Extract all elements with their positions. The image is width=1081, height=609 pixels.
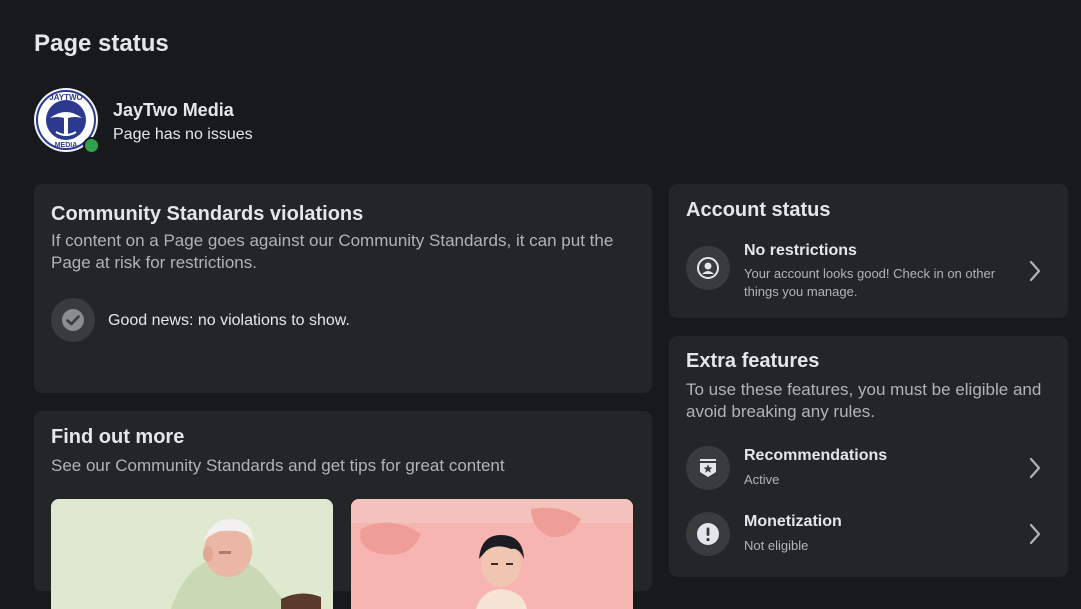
account-status-card: Account status No restrictions Your acco… bbox=[669, 184, 1068, 318]
person-circle-icon bbox=[686, 246, 730, 290]
chevron-right-icon bbox=[1029, 260, 1041, 282]
chevron-right-icon bbox=[1029, 457, 1041, 479]
community-standards-card: Community Standards violations If conten… bbox=[34, 184, 652, 393]
monetization-title: Monetization bbox=[744, 513, 842, 530]
no-restrictions-subtitle: Your account looks good! Check in on oth… bbox=[744, 266, 996, 299]
no-restrictions-row[interactable]: No restrictions Your account looks good!… bbox=[686, 236, 1051, 302]
page-status-text: Page has no issues bbox=[113, 126, 253, 143]
find-out-more-title: Find out more bbox=[51, 426, 185, 448]
exclamation-icon bbox=[686, 512, 730, 556]
page-name[interactable]: JayTwo Media bbox=[113, 100, 234, 121]
recommendations-row[interactable]: Recommendations Active bbox=[686, 440, 1051, 496]
extra-features-description: To use these features, you must be eligi… bbox=[686, 380, 1042, 421]
account-status-title: Account status bbox=[686, 199, 831, 221]
online-status-dot bbox=[83, 137, 100, 154]
extra-features-card: Extra features To use these features, yo… bbox=[669, 336, 1068, 577]
checkmark-icon bbox=[51, 298, 95, 342]
page-profile: JAYTWO MEDIA JayTwo Media Page has no is… bbox=[34, 88, 434, 154]
recommendations-status: Active bbox=[744, 472, 780, 487]
monetization-row[interactable]: Monetization Not eligible bbox=[686, 506, 1051, 562]
monetization-status: Not eligible bbox=[744, 538, 809, 553]
svg-text:MEDIA: MEDIA bbox=[55, 142, 78, 149]
find-out-more-card: Find out more See our Community Standard… bbox=[34, 411, 652, 609]
svg-text:JAYTWO: JAYTWO bbox=[49, 93, 83, 102]
no-violations-row: Good news: no violations to show. bbox=[51, 292, 635, 348]
extra-features-title: Extra features bbox=[686, 350, 820, 372]
community-standards-title: Community Standards violations bbox=[51, 203, 364, 225]
recommendations-title: Recommendations bbox=[744, 447, 888, 464]
chevron-right-icon bbox=[1029, 523, 1041, 545]
page-title: Page status bbox=[34, 30, 169, 57]
no-restrictions-title: No restrictions bbox=[744, 242, 857, 259]
article-thumbnail-person[interactable] bbox=[351, 499, 633, 609]
article-thumbnail-elderly-man[interactable] bbox=[51, 499, 333, 609]
community-standards-description: If content on a Page goes against our Co… bbox=[51, 231, 614, 272]
star-badge-icon bbox=[686, 446, 730, 490]
find-out-more-description: See our Community Standards and get tips… bbox=[51, 456, 505, 475]
good-news-text: Good news: no violations to show. bbox=[108, 312, 350, 329]
